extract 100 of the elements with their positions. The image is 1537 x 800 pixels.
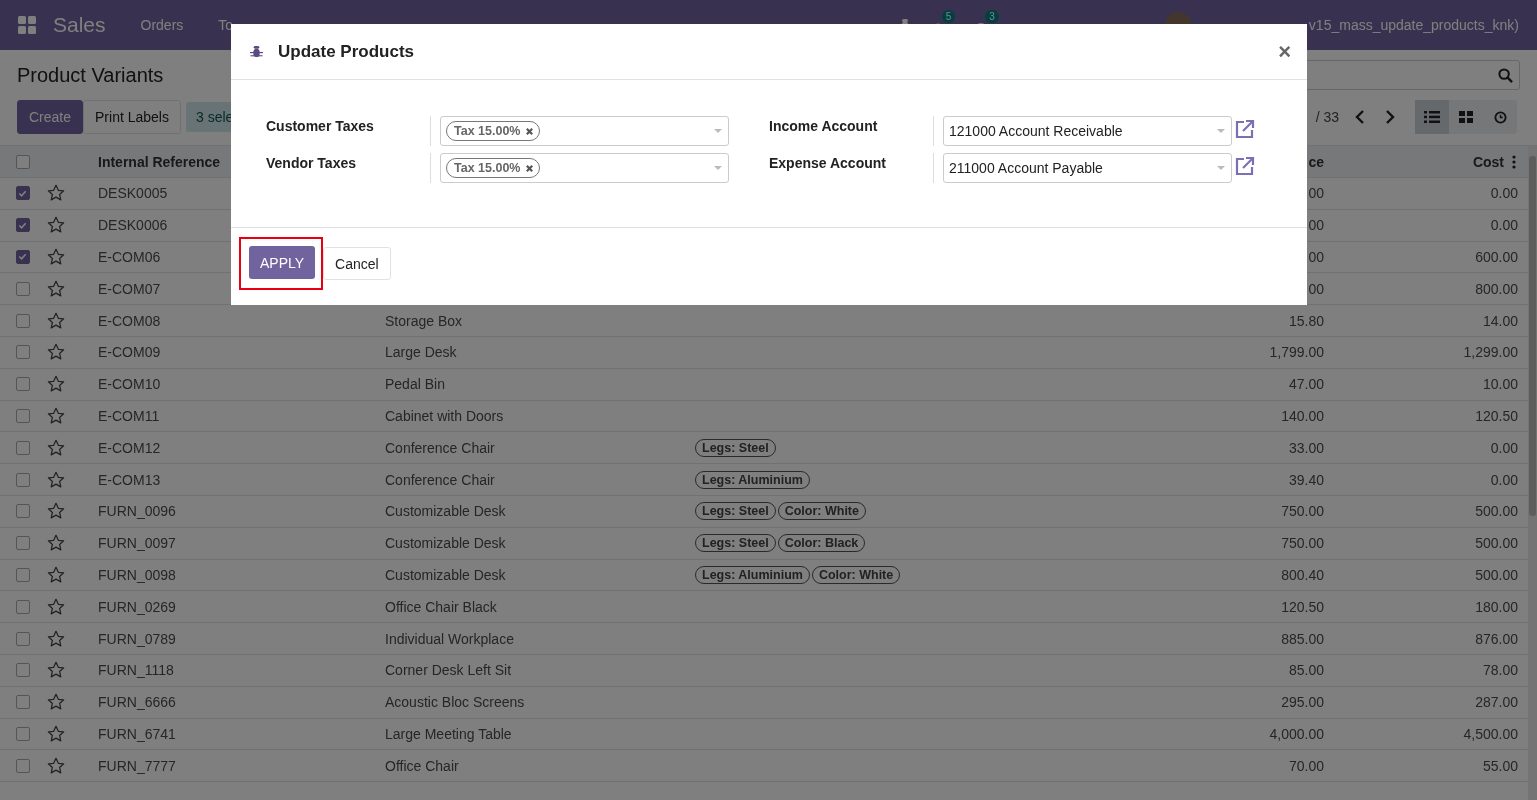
table-cell: DESK0005	[98, 185, 168, 202]
remove-icon[interactable]	[525, 126, 535, 136]
table-cell-text: 800.00	[1474, 280, 1518, 297]
table-cell-text: 1,299.00	[1462, 344, 1518, 361]
favorite-star-icon[interactable]	[47, 693, 65, 712]
table-cell: Office Chair Black	[385, 598, 497, 615]
table-cell: FURN_0096	[98, 503, 176, 520]
external-link-icon[interactable]	[1234, 155, 1256, 177]
table-cell-text: 140.00	[1280, 407, 1324, 424]
checkmark-icon	[18, 220, 27, 230]
favorite-star-icon[interactable]	[47, 724, 65, 743]
external-link-icon[interactable]	[1234, 118, 1256, 140]
row-checkbox[interactable]	[15, 695, 30, 710]
favorite-star-icon[interactable]	[47, 629, 65, 648]
apps-menu-icon[interactable]	[18, 16, 36, 34]
create-button[interactable]: Create	[17, 100, 84, 134]
favorite-star-icon[interactable]	[47, 216, 65, 235]
table-cell-text: 14.00	[1481, 312, 1518, 329]
optional-columns-icon[interactable]	[1512, 155, 1516, 169]
favorite-star-icon[interactable]	[47, 565, 65, 584]
scrollbar[interactable]	[1528, 146, 1537, 800]
favorite-star-icon[interactable]	[47, 184, 65, 203]
close-button[interactable]: ×	[1278, 38, 1291, 65]
field-label: Income Account	[769, 117, 879, 136]
table-cell-text: 885.00	[1280, 630, 1324, 647]
favorite-star-icon[interactable]	[47, 534, 65, 553]
table-cell: FURN_0097	[98, 535, 176, 552]
table-cell: E-COM13	[98, 471, 161, 488]
print-labels-button[interactable]: Print Labels	[83, 100, 181, 134]
table-cell: FURN_6666	[98, 694, 176, 711]
table-cell-text: 33.00	[1287, 439, 1324, 456]
favorite-star-icon[interactable]	[47, 661, 65, 680]
table-cell-text: 750.00	[1280, 535, 1324, 552]
row-checkbox[interactable]	[15, 345, 30, 360]
list-view-button[interactable]	[1415, 100, 1449, 134]
favorite-star-icon[interactable]	[47, 311, 65, 330]
remove-icon[interactable]	[525, 163, 535, 173]
table-cell: Customizable Desk	[385, 503, 506, 520]
table-cell-text: 70.00	[1287, 757, 1324, 774]
menu-item[interactable]: Orders	[140, 17, 184, 33]
table-cell: E-COM06	[98, 249, 161, 265]
page-title: Product Variants	[17, 63, 165, 87]
table-cell-text: 00	[1307, 185, 1324, 202]
table-cell: Cabinet with Doors	[385, 407, 504, 424]
account-field[interactable]: 121000 Account Receivable	[943, 116, 1232, 146]
favorite-star-icon[interactable]	[47, 756, 65, 775]
table-cell-text: 600.00	[1474, 249, 1518, 265]
previous-icon[interactable]	[1355, 110, 1365, 124]
count-badge: 5	[941, 10, 956, 23]
select-all-checkbox[interactable]	[15, 154, 30, 169]
pager-value[interactable]: / 33	[1315, 109, 1339, 125]
table-cell: E-COM12	[98, 439, 161, 456]
account-field[interactable]: 211000 Account Payable	[943, 153, 1232, 183]
table-cell-text: 287.00	[1474, 694, 1518, 711]
row-checkbox[interactable]	[15, 472, 30, 487]
row-checkbox[interactable]	[15, 726, 30, 741]
table-cell: Office Chair	[385, 757, 459, 774]
row-checkbox[interactable]	[15, 758, 30, 773]
favorite-star-icon[interactable]	[47, 343, 65, 362]
row-checkbox[interactable]	[15, 281, 30, 296]
taxes-field[interactable]: Tax 15.00%	[440, 116, 729, 146]
table-cell-text: 1,799.00	[1268, 344, 1324, 361]
row-checkbox[interactable]	[15, 504, 30, 519]
favorite-star-icon[interactable]	[47, 438, 65, 457]
table-cell: Storage Box	[385, 312, 463, 329]
table-cell: E-COM09	[98, 344, 161, 361]
row-checkbox[interactable]	[15, 599, 30, 614]
app-name[interactable]: Sales	[53, 13, 106, 37]
taxes-field[interactable]: Tax 15.00%	[440, 153, 729, 183]
cancel-button[interactable]: Cancel	[323, 247, 391, 280]
table-cell-text: 78.00	[1481, 662, 1518, 679]
row-checkbox[interactable]	[15, 313, 30, 328]
row-checkbox[interactable]	[15, 408, 30, 423]
favorite-star-icon[interactable]	[47, 375, 65, 394]
table-cell-text: 180.00	[1474, 598, 1518, 615]
favorite-star-icon[interactable]	[47, 406, 65, 425]
favorite-star-icon[interactable]	[47, 597, 65, 616]
favorite-star-icon[interactable]	[47, 502, 65, 521]
favorite-star-icon[interactable]	[47, 248, 65, 266]
row-checkbox[interactable]	[15, 250, 30, 264]
row-checkbox[interactable]	[15, 631, 30, 646]
next-icon[interactable]	[1385, 110, 1395, 124]
table-cell-text: 876.00	[1474, 630, 1518, 647]
row-checkbox[interactable]	[15, 567, 30, 582]
table-cell: FURN_0098	[98, 566, 176, 583]
row-checkbox[interactable]	[15, 218, 30, 233]
clock-icon	[1493, 110, 1507, 124]
row-checkbox[interactable]	[15, 663, 30, 678]
apply-button[interactable]: APPLY	[249, 246, 316, 279]
column-header[interactable]: Cost	[1324, 153, 1504, 170]
table-cell-text: 500.00	[1474, 566, 1518, 583]
row-checkbox[interactable]	[15, 377, 30, 392]
favorite-star-icon[interactable]	[47, 279, 65, 298]
favorite-star-icon[interactable]	[47, 470, 65, 489]
table-cell-text: 00	[1307, 280, 1324, 297]
row-checkbox[interactable]	[15, 186, 30, 201]
row-checkbox[interactable]	[15, 536, 30, 551]
row-checkbox[interactable]	[15, 440, 30, 455]
user-menu[interactable]: v15_mass_update_products_knk)	[1308, 17, 1519, 33]
search-icon[interactable]	[1498, 67, 1513, 83]
